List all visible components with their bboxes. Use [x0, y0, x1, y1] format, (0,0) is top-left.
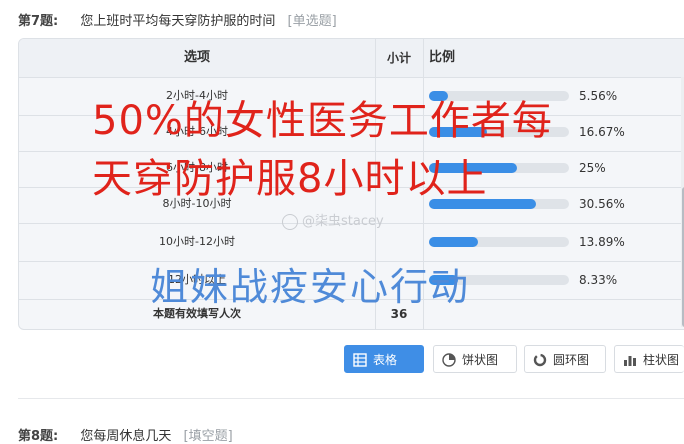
- ratio-bar-track: [429, 91, 569, 101]
- table-icon: [353, 353, 367, 367]
- ratio-bar-fill: [429, 127, 488, 137]
- table-view-button[interactable]: 表格: [344, 345, 424, 373]
- bar-chart-icon: [624, 356, 636, 366]
- table-row: 6小时-8小时 25%: [19, 149, 684, 188]
- column-header-option: 选项: [183, 50, 210, 65]
- bar-view-label: 柱状图: [643, 353, 680, 367]
- table-row: 4小时-6小时 16.67%: [19, 113, 684, 152]
- ring-chart-icon: [533, 353, 547, 367]
- ring-view-button[interactable]: 圆环图: [524, 345, 606, 373]
- section-divider: [18, 398, 684, 399]
- table-row: 12小时以上 8.33%: [19, 261, 684, 300]
- footer-label: 本题有效填写人次: [153, 307, 241, 320]
- percent-label: 8.33%: [579, 273, 618, 287]
- option-label: 4小时-6小时: [166, 125, 228, 138]
- footer-count: 36: [390, 307, 408, 321]
- percent-label: 30.56%: [579, 197, 625, 211]
- option-label: 6小时-8小时: [166, 161, 228, 174]
- ratio-bar-fill: [429, 163, 517, 173]
- percent-label: 13.89%: [579, 235, 625, 249]
- table-view-label: 表格: [373, 353, 398, 367]
- pie-view-label: 饼状图: [462, 353, 499, 367]
- ring-view-label: 圆环图: [553, 353, 590, 367]
- ratio-bar-track: [429, 199, 569, 209]
- table-row: 2小时-4小时 5.56%: [19, 77, 684, 116]
- watermark-text: @柒虫stacey: [302, 214, 384, 229]
- ratio-bar-track: [429, 163, 569, 173]
- ratio-bar-track: [429, 127, 569, 137]
- question-number: 第7题:: [18, 14, 59, 29]
- table-footer: 本题有效填写人次 36: [19, 299, 684, 329]
- percent-label: 25%: [579, 161, 606, 175]
- ratio-bar-track: [429, 275, 569, 285]
- ratio-bar-fill: [429, 199, 536, 209]
- question-type: [单选题]: [287, 14, 337, 29]
- weibo-icon: [282, 213, 298, 230]
- ratio-bar-fill: [429, 91, 449, 101]
- table-header: 选项 小计 比例: [19, 39, 684, 78]
- question-type: [填空题]: [183, 429, 233, 444]
- results-table: 选项 小计 比例 2小时-4小时 5.56% 4小时-6小时 16.67% 6小…: [18, 38, 684, 330]
- question-8-header: 第8题: 您每周休息几天 [填空题]: [18, 425, 233, 444]
- question-7-header: 第7题: 您上班时平均每天穿防护服的时间 [单选题]: [18, 10, 337, 29]
- column-header-ratio: 比例: [429, 50, 456, 65]
- column-header-count: 小计: [386, 51, 411, 65]
- ratio-bar-fill: [429, 275, 459, 285]
- option-label: 12小时以上: [168, 273, 226, 286]
- watermark: @柒虫stacey: [282, 210, 384, 230]
- pie-view-button[interactable]: 饼状图: [433, 345, 517, 373]
- ratio-bar-fill: [429, 237, 478, 247]
- question-number: 第8题:: [18, 429, 59, 444]
- percent-label: 16.67%: [579, 125, 625, 139]
- bar-view-button[interactable]: 柱状图: [614, 345, 684, 373]
- percent-label: 5.56%: [579, 89, 618, 103]
- pie-chart-icon: [442, 353, 456, 367]
- ratio-bar-track: [429, 237, 569, 247]
- option-label: 2小时-4小时: [166, 89, 228, 102]
- question-text: 您每周休息几天: [80, 429, 172, 444]
- question-text: 您上班时平均每天穿防护服的时间: [80, 14, 276, 29]
